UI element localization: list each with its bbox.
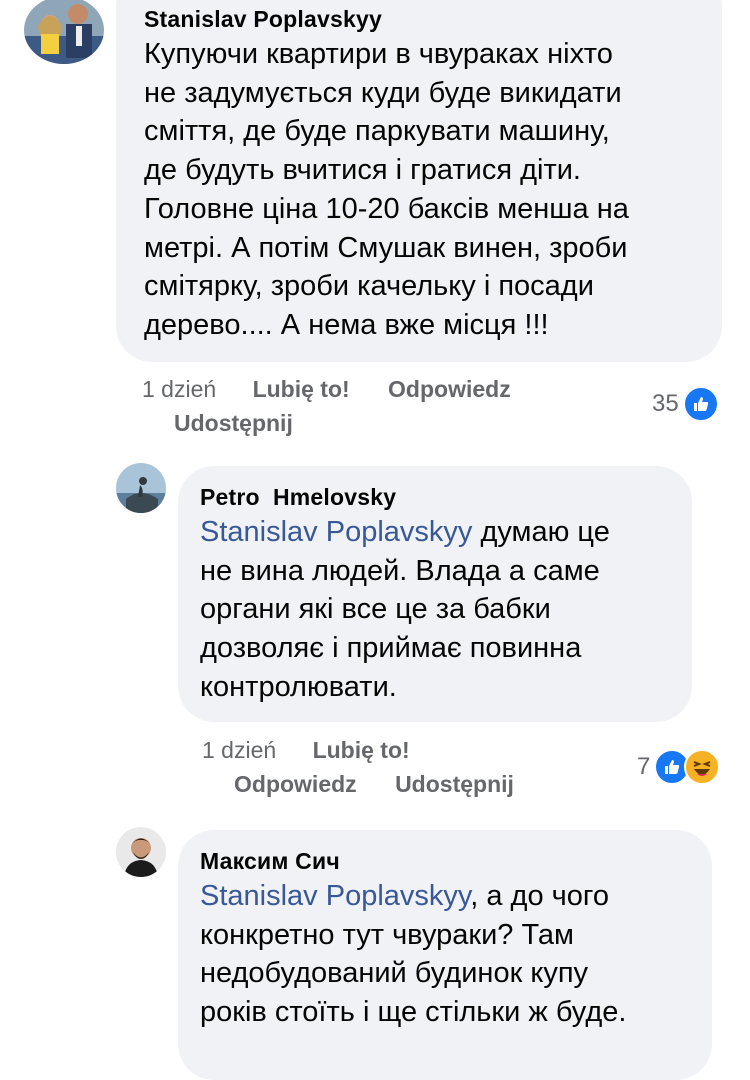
comment-bubble: Petro Hmelovsky Stanislav Poplavskyy дум… (178, 466, 692, 722)
comment-author[interactable]: Максим Сич (200, 848, 692, 875)
comment-line: дерево.... А нема вже місця !!! (144, 308, 549, 341)
comment-line: не задумується куди буде викидати (144, 76, 622, 109)
comment-line: дозволяє і приймає повинна (200, 632, 582, 665)
comment-line: Stanislav Poplavskyy думаю це (200, 513, 672, 552)
avatar-photo (24, 0, 104, 64)
comment-line: де будуть вчитися і гратися діти. (144, 154, 581, 187)
reaction-count: 35 (652, 390, 679, 417)
avatar[interactable] (116, 827, 166, 877)
mention-link[interactable]: Stanislav Poplavskyy (200, 880, 470, 912)
reply-button[interactable]: Odpowiedz (388, 376, 511, 402)
like-icon (682, 386, 719, 422)
haha-icon (684, 749, 721, 785)
share-button[interactable]: Udostępnij (395, 771, 514, 797)
comment-line: Stanislav Poplavskyy, а до чого (200, 877, 692, 916)
comment-line: недобудований будинок купу (200, 957, 589, 990)
timestamp[interactable]: 1 dzień (142, 376, 216, 402)
reply-button[interactable]: Odpowiedz (234, 771, 357, 797)
comment-line: конкретно тут чвураки? Там (200, 918, 574, 951)
comment-text: Stanislav Poplavskyy, а до чого конкретн… (200, 877, 692, 1032)
comment-line: органи які все це за бабки (200, 593, 551, 626)
comment-line: не вина людей. Влада а саме (200, 554, 600, 587)
comment-line: метрі. А потім Смушак винен, зроби (144, 231, 628, 264)
avatar-photo (116, 463, 166, 513)
comment-line: смітярку, зроби качельку і посади (144, 270, 594, 303)
like-button[interactable]: Lubię to! (253, 376, 350, 402)
comment-text: Stanislav Poplavskyy думаю це не вина лю… (200, 513, 672, 707)
avatar[interactable] (116, 463, 166, 513)
comment-line: контролювати. (200, 670, 397, 703)
avatar-photo (116, 827, 166, 877)
reaction-summary[interactable]: 7 (637, 749, 721, 785)
avatar[interactable] (24, 0, 104, 64)
timestamp[interactable]: 1 dzień (202, 737, 276, 763)
comment-line: Купуючи квартири в чвураках ніхто (144, 38, 613, 70)
comment-line-rest: думаю це (472, 516, 610, 548)
comment-actions: 1 dzień Lubię to! Odpowiedz Udostępnij (202, 733, 602, 801)
comment-line: сміття, де буде паркувати машину, (144, 115, 610, 148)
comment-line: років стоїть і ще стільки ж буде. (200, 996, 627, 1029)
comment-line: Головне ціна 10-20 баксів менша на (144, 192, 629, 225)
mention-link[interactable]: Stanislav Poplavskyy (200, 516, 472, 548)
comment-text: Купуючи квартири в чвураках ніхто не зад… (144, 35, 696, 345)
share-button[interactable]: Udostępnij (174, 410, 293, 436)
like-button[interactable]: Lubię to! (313, 737, 410, 763)
comment-line-rest: , а до чого (470, 880, 609, 912)
reaction-summary[interactable]: 35 (652, 386, 719, 422)
comment-actions: 1 dzień Lubię to! Odpowiedz Udostępnij (142, 372, 612, 440)
comment-bubble: Stanislav Poplavskyy Купуючи квартири в … (116, 0, 722, 362)
reaction-count: 7 (637, 753, 651, 780)
comment-bubble: Максим Сич Stanislav Poplavskyy, а до чо… (178, 830, 712, 1080)
comment-author[interactable]: Petro Hmelovsky (200, 484, 672, 511)
comment-author[interactable]: Stanislav Poplavskyy (144, 6, 696, 33)
